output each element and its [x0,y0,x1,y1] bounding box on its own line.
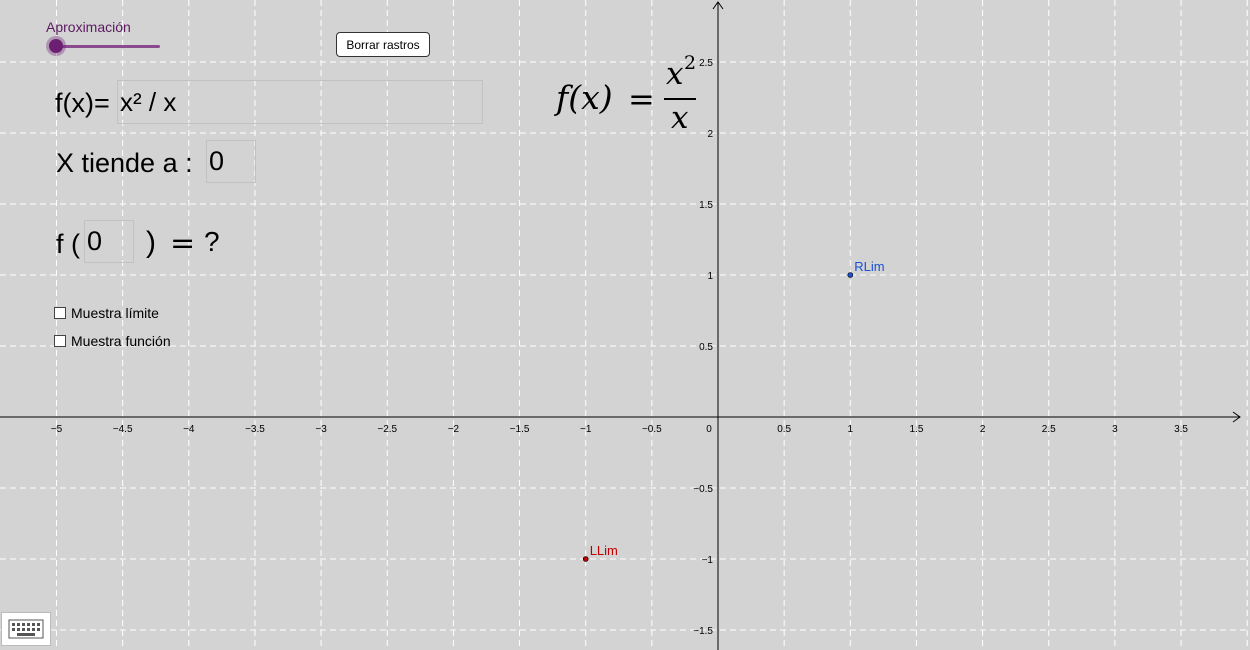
tends-label: X tiende a : [56,148,193,178]
x-tick-label: 1 [848,424,854,435]
x-tick-label: −1 [580,424,592,435]
slider-track[interactable] [56,45,160,48]
tends-input[interactable]: 0 [206,140,256,183]
x-tick-label: −4.5 [113,424,133,435]
formula-equals: = [628,80,655,118]
x-tick-label: −3.5 [245,424,265,435]
clear-traces-button[interactable]: Borrar rastros [336,32,430,57]
y-tick-label: −1 [702,555,714,566]
eval-equals: = [170,226,196,261]
point-llim[interactable] [582,556,589,562]
y-tick-label: 0.5 [699,342,713,353]
y-tick-label: 1.5 [699,200,713,211]
keyboard-button[interactable] [1,612,51,646]
function-input[interactable]: x² / x [117,80,483,124]
checkbox-label: Muestra función [71,333,171,349]
formula-lhs: f(x) [556,78,613,117]
checkbox-icon[interactable] [54,335,66,347]
y-tick-label: −1.5 [693,626,713,637]
x-tick-label: −5 [51,424,63,435]
formula-exponent: 2 [684,52,697,74]
x-tick-label: 3.5 [1174,424,1188,435]
x-tick-label: 1.5 [909,424,923,435]
y-tick-label: −0.5 [693,484,713,495]
function-label: f(x)= [55,88,110,118]
checkbox-label: Muestra límite [71,305,159,321]
x-tick-labels: −5 −4.5 −4 −3.5 −3 −2.5 −2 −1.5 −1 −0.5 0 0.5 1 1.5 2 2… [51,424,1189,435]
checkbox-show-limit[interactable]: Muestra límite [54,305,159,321]
x-tick-label: −2.5 [377,424,397,435]
y-tick-label: 2 [707,129,713,140]
checkbox-show-function[interactable]: Muestra función [54,333,171,349]
x-tick-label: 2.5 [1042,424,1056,435]
x-tick-label: 0 [706,424,712,435]
y-tick-label: 2.5 [699,58,713,69]
checkbox-icon[interactable] [54,307,66,319]
x-tick-label: −2 [448,424,460,435]
point-label: RLim [854,259,884,274]
slider-knob[interactable] [49,39,63,53]
points: RLim LLim [582,259,885,562]
x-tick-label: 3 [1112,424,1118,435]
formula-numerator: x [666,56,684,92]
point-label: LLim [590,543,618,558]
formula-denominator: x [671,100,689,136]
x-tick-label: −4 [183,424,195,435]
x-tick-label: 0.5 [777,424,791,435]
point-rlim[interactable] [847,272,854,278]
keyboard-icon [8,619,44,639]
y-tick-labels: 2.5 2 1.5 1 0.5 −0.5 −1 −1.5 [693,58,713,637]
slider-label: Aproximación [46,19,131,35]
x-tick-label: −0.5 [642,424,662,435]
eval-result: ? [204,226,220,257]
x-tick-label: −3 [315,424,327,435]
eval-input[interactable]: 0 [84,220,134,263]
y-tick-label: 1 [707,271,713,282]
eval-suffix: ) [146,226,156,259]
x-tick-label: 2 [980,424,986,435]
eval-prefix: f ( [56,229,80,259]
x-tick-label: −1.5 [510,424,530,435]
